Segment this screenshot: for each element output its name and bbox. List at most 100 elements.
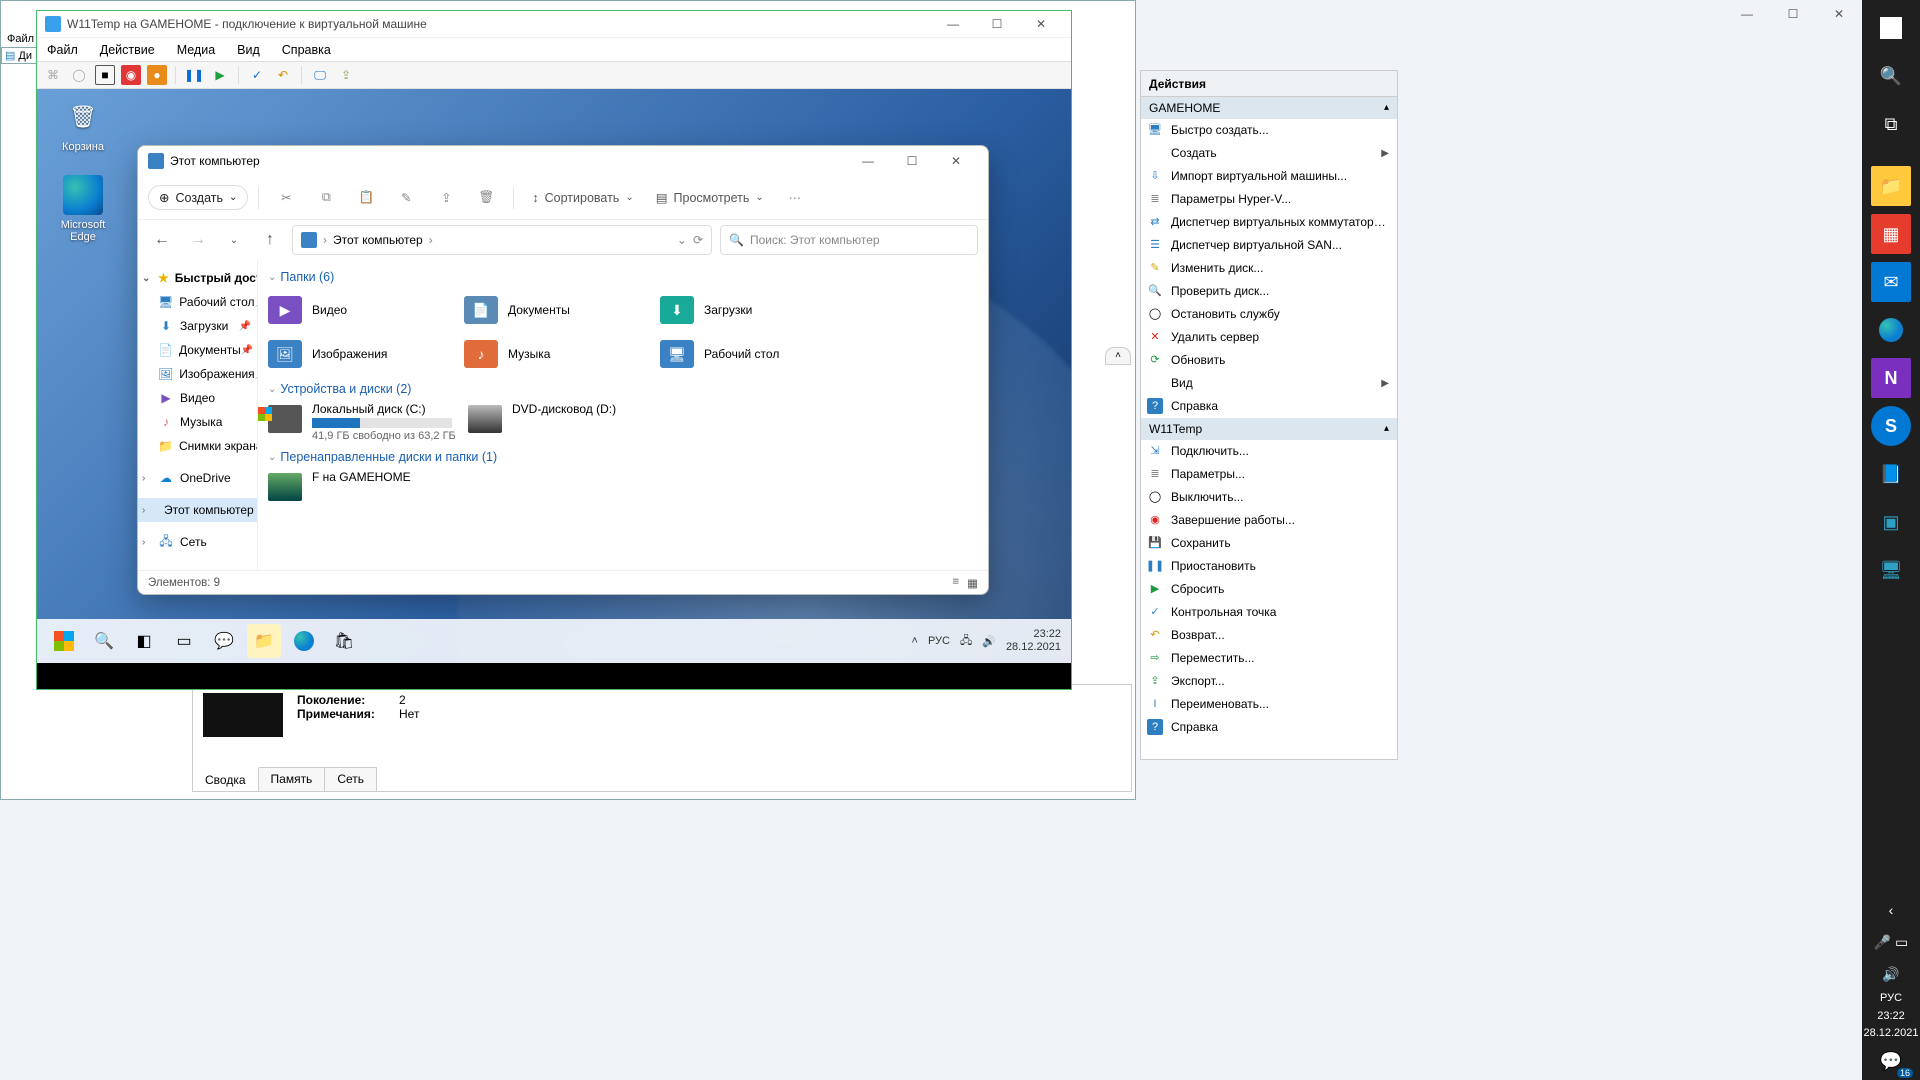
- view-details-button[interactable]: ≡: [952, 576, 959, 590]
- guest-chat-button[interactable]: 💬: [207, 624, 241, 658]
- sidebar-pinned-3[interactable]: 🖼Изображения📌: [138, 362, 257, 386]
- guest-desktop[interactable]: 🗑 Корзина Microsoft Edge Этот компьютер …: [37, 89, 1071, 689]
- address-dropdown-icon[interactable]: ⌄: [677, 233, 687, 247]
- action-vm-12[interactable]: ?Справка: [1141, 716, 1397, 739]
- folder-2[interactable]: ⬇Загрузки: [660, 290, 846, 330]
- sidebar-onedrive[interactable]: ›☁OneDrive: [138, 466, 257, 490]
- delete-button[interactable]: 🗑: [469, 182, 503, 214]
- guest-search-button[interactable]: 🔍: [87, 624, 121, 658]
- rename-button[interactable]: ✎: [389, 182, 423, 214]
- explorer-titlebar[interactable]: Этот компьютер — ☐ ✕: [138, 146, 988, 176]
- action-host-9[interactable]: ✕Удалить сервер: [1141, 326, 1397, 349]
- action-vm-6[interactable]: ▶Сбросить: [1141, 578, 1397, 601]
- host-minimize-button[interactable]: —: [1724, 0, 1770, 28]
- host-app-button-1[interactable]: ▦: [1871, 214, 1911, 254]
- vmc-ctrl-alt-del-button[interactable]: ⌘: [43, 65, 63, 85]
- vmc-menu-media[interactable]: Медиа: [173, 41, 219, 59]
- host-taskview-button[interactable]: ⧉: [1871, 104, 1911, 144]
- host-skype-button[interactable]: S: [1871, 406, 1911, 446]
- sidebar-pinned-2[interactable]: 📄Документы📌: [138, 338, 257, 362]
- action-host-5[interactable]: ☰Диспетчер виртуальной SAN...: [1141, 234, 1397, 257]
- action-vm-9[interactable]: ⇨Переместить...: [1141, 647, 1397, 670]
- folder-4[interactable]: ♪Музыка: [464, 334, 650, 374]
- redirected-drive[interactable]: F на GAMEHOME: [268, 470, 458, 501]
- actions-section-vm[interactable]: W11Temp▴: [1141, 418, 1397, 440]
- folder-5[interactable]: 🖥Рабочий стол: [660, 334, 846, 374]
- action-host-4[interactable]: ⇄Диспетчер виртуальных коммутаторо...: [1141, 211, 1397, 234]
- vmc-minimize-button[interactable]: —: [931, 11, 975, 37]
- host-edge-button[interactable]: [1871, 310, 1911, 350]
- more-button[interactable]: ⋯: [778, 182, 812, 214]
- action-host-8[interactable]: ◯Остановить службу: [1141, 303, 1397, 326]
- hyperv-menu-file[interactable]: Файл: [1, 31, 37, 47]
- action-host-3[interactable]: ≣Параметры Hyper-V...: [1141, 188, 1397, 211]
- action-vm-7[interactable]: ✓Контрольная точка: [1141, 601, 1397, 624]
- sidebar-pinned-1[interactable]: ⬇Загрузки📌: [138, 314, 257, 338]
- vmc-pause-button[interactable]: ❚❚: [184, 65, 204, 85]
- group-folders-header[interactable]: ⌄Папки (6): [268, 270, 978, 284]
- view-large-button[interactable]: ▦: [967, 576, 978, 590]
- action-host-7[interactable]: 🔍Проверить диск...: [1141, 280, 1397, 303]
- explorer-maximize-button[interactable]: ☐: [890, 146, 934, 176]
- vmc-menu-view[interactable]: Вид: [233, 41, 264, 59]
- action-vm-3[interactable]: ◉Завершение работы...: [1141, 509, 1397, 532]
- host-close-button[interactable]: ✕: [1816, 0, 1862, 28]
- vmc-share-button[interactable]: ⇪: [336, 65, 356, 85]
- explorer-close-button[interactable]: ✕: [934, 146, 978, 176]
- sidebar-recent-0[interactable]: ▶Видео: [138, 386, 257, 410]
- drive-c[interactable]: Локальный диск (C:) 41,9 ГБ свободно из …: [268, 402, 458, 442]
- vmc-menu-help[interactable]: Справка: [278, 41, 335, 59]
- host-volume-icon[interactable]: 🔊: [1871, 962, 1911, 986]
- sidebar-network[interactable]: ›🖧Сеть: [138, 530, 257, 554]
- drive-dvd[interactable]: DVD-дисковод (D:): [468, 402, 658, 442]
- nav-recent-button[interactable]: ⌄: [220, 226, 248, 254]
- host-onenote-button[interactable]: N: [1871, 358, 1911, 398]
- explorer-new-button[interactable]: ⊕Создать⌄: [148, 185, 248, 210]
- folder-0[interactable]: ▶Видео: [268, 290, 454, 330]
- host-notifications-button[interactable]: 💬: [1871, 1046, 1911, 1076]
- action-host-11[interactable]: Вид▶: [1141, 372, 1397, 395]
- guest-store-button[interactable]: 🛍: [327, 624, 361, 658]
- action-vm-0[interactable]: ⇲Подключить...: [1141, 440, 1397, 463]
- sidebar-this-pc[interactable]: ›Этот компьютер: [138, 498, 257, 522]
- host-start-button[interactable]: [1871, 8, 1911, 48]
- vmc-shutdown-button[interactable]: ◉: [121, 65, 141, 85]
- host-clock-time[interactable]: 23:22: [1877, 1010, 1905, 1023]
- guest-taskview-button[interactable]: ◧: [127, 624, 161, 658]
- vmc-turnoff-button[interactable]: ■: [95, 65, 115, 85]
- vmconnect-titlebar[interactable]: W11Temp на GAMEHOME - подключение к вирт…: [37, 11, 1071, 37]
- vmc-revert-button[interactable]: ↶: [273, 65, 293, 85]
- action-host-10[interactable]: ⟳Обновить: [1141, 349, 1397, 372]
- host-hyperv-button[interactable]: ▣: [1871, 502, 1911, 542]
- host-tray-chevron[interactable]: ‹: [1871, 898, 1911, 922]
- host-explorer-button[interactable]: 📁: [1871, 166, 1911, 206]
- actions-section-host[interactable]: GAMEHOME▴: [1141, 97, 1397, 119]
- action-host-12[interactable]: ?Справка: [1141, 395, 1397, 418]
- group-drives-header[interactable]: ⌄Устройства и диски (2): [268, 382, 978, 396]
- host-maximize-button[interactable]: ☐: [1770, 0, 1816, 28]
- action-host-1[interactable]: Создать▶: [1141, 142, 1397, 165]
- sidebar-recent-2[interactable]: 📁Снимки экрана: [138, 434, 257, 458]
- action-vm-10[interactable]: ⇪Экспорт...: [1141, 670, 1397, 693]
- view-button[interactable]: ▤Просмотреть⌄: [648, 186, 772, 209]
- guest-start-button[interactable]: [47, 624, 81, 658]
- guest-widgets-button[interactable]: ▭: [167, 624, 201, 658]
- action-vm-4[interactable]: 💾Сохранить: [1141, 532, 1397, 555]
- details-tab-memory[interactable]: Память: [259, 768, 326, 791]
- action-vm-11[interactable]: IПереименовать...: [1141, 693, 1397, 716]
- folder-3[interactable]: 🖼Изображения: [268, 334, 454, 374]
- search-input[interactable]: 🔍 Поиск: Этот компьютер: [720, 225, 978, 255]
- desktop-icon-edge[interactable]: Microsoft Edge: [47, 175, 119, 243]
- action-host-0[interactable]: 🖥Быстро создать...: [1141, 119, 1397, 142]
- action-host-2[interactable]: ⇩Импорт виртуальной машины...: [1141, 165, 1397, 188]
- host-lang-indicator[interactable]: РУС: [1880, 992, 1902, 1005]
- nav-forward-button[interactable]: →: [184, 226, 212, 254]
- desktop-icon-recycle-bin[interactable]: 🗑 Корзина: [47, 97, 119, 153]
- sidebar-quick-access[interactable]: ⌄★Быстрый доступ: [138, 266, 257, 290]
- explorer-minimize-button[interactable]: —: [846, 146, 890, 176]
- vmc-save-button[interactable]: ●: [147, 65, 167, 85]
- nav-up-button[interactable]: ↑: [256, 226, 284, 254]
- guest-edge-button[interactable]: [287, 624, 321, 658]
- host-mail-button[interactable]: ✉: [1871, 262, 1911, 302]
- action-host-6[interactable]: ✎Изменить диск...: [1141, 257, 1397, 280]
